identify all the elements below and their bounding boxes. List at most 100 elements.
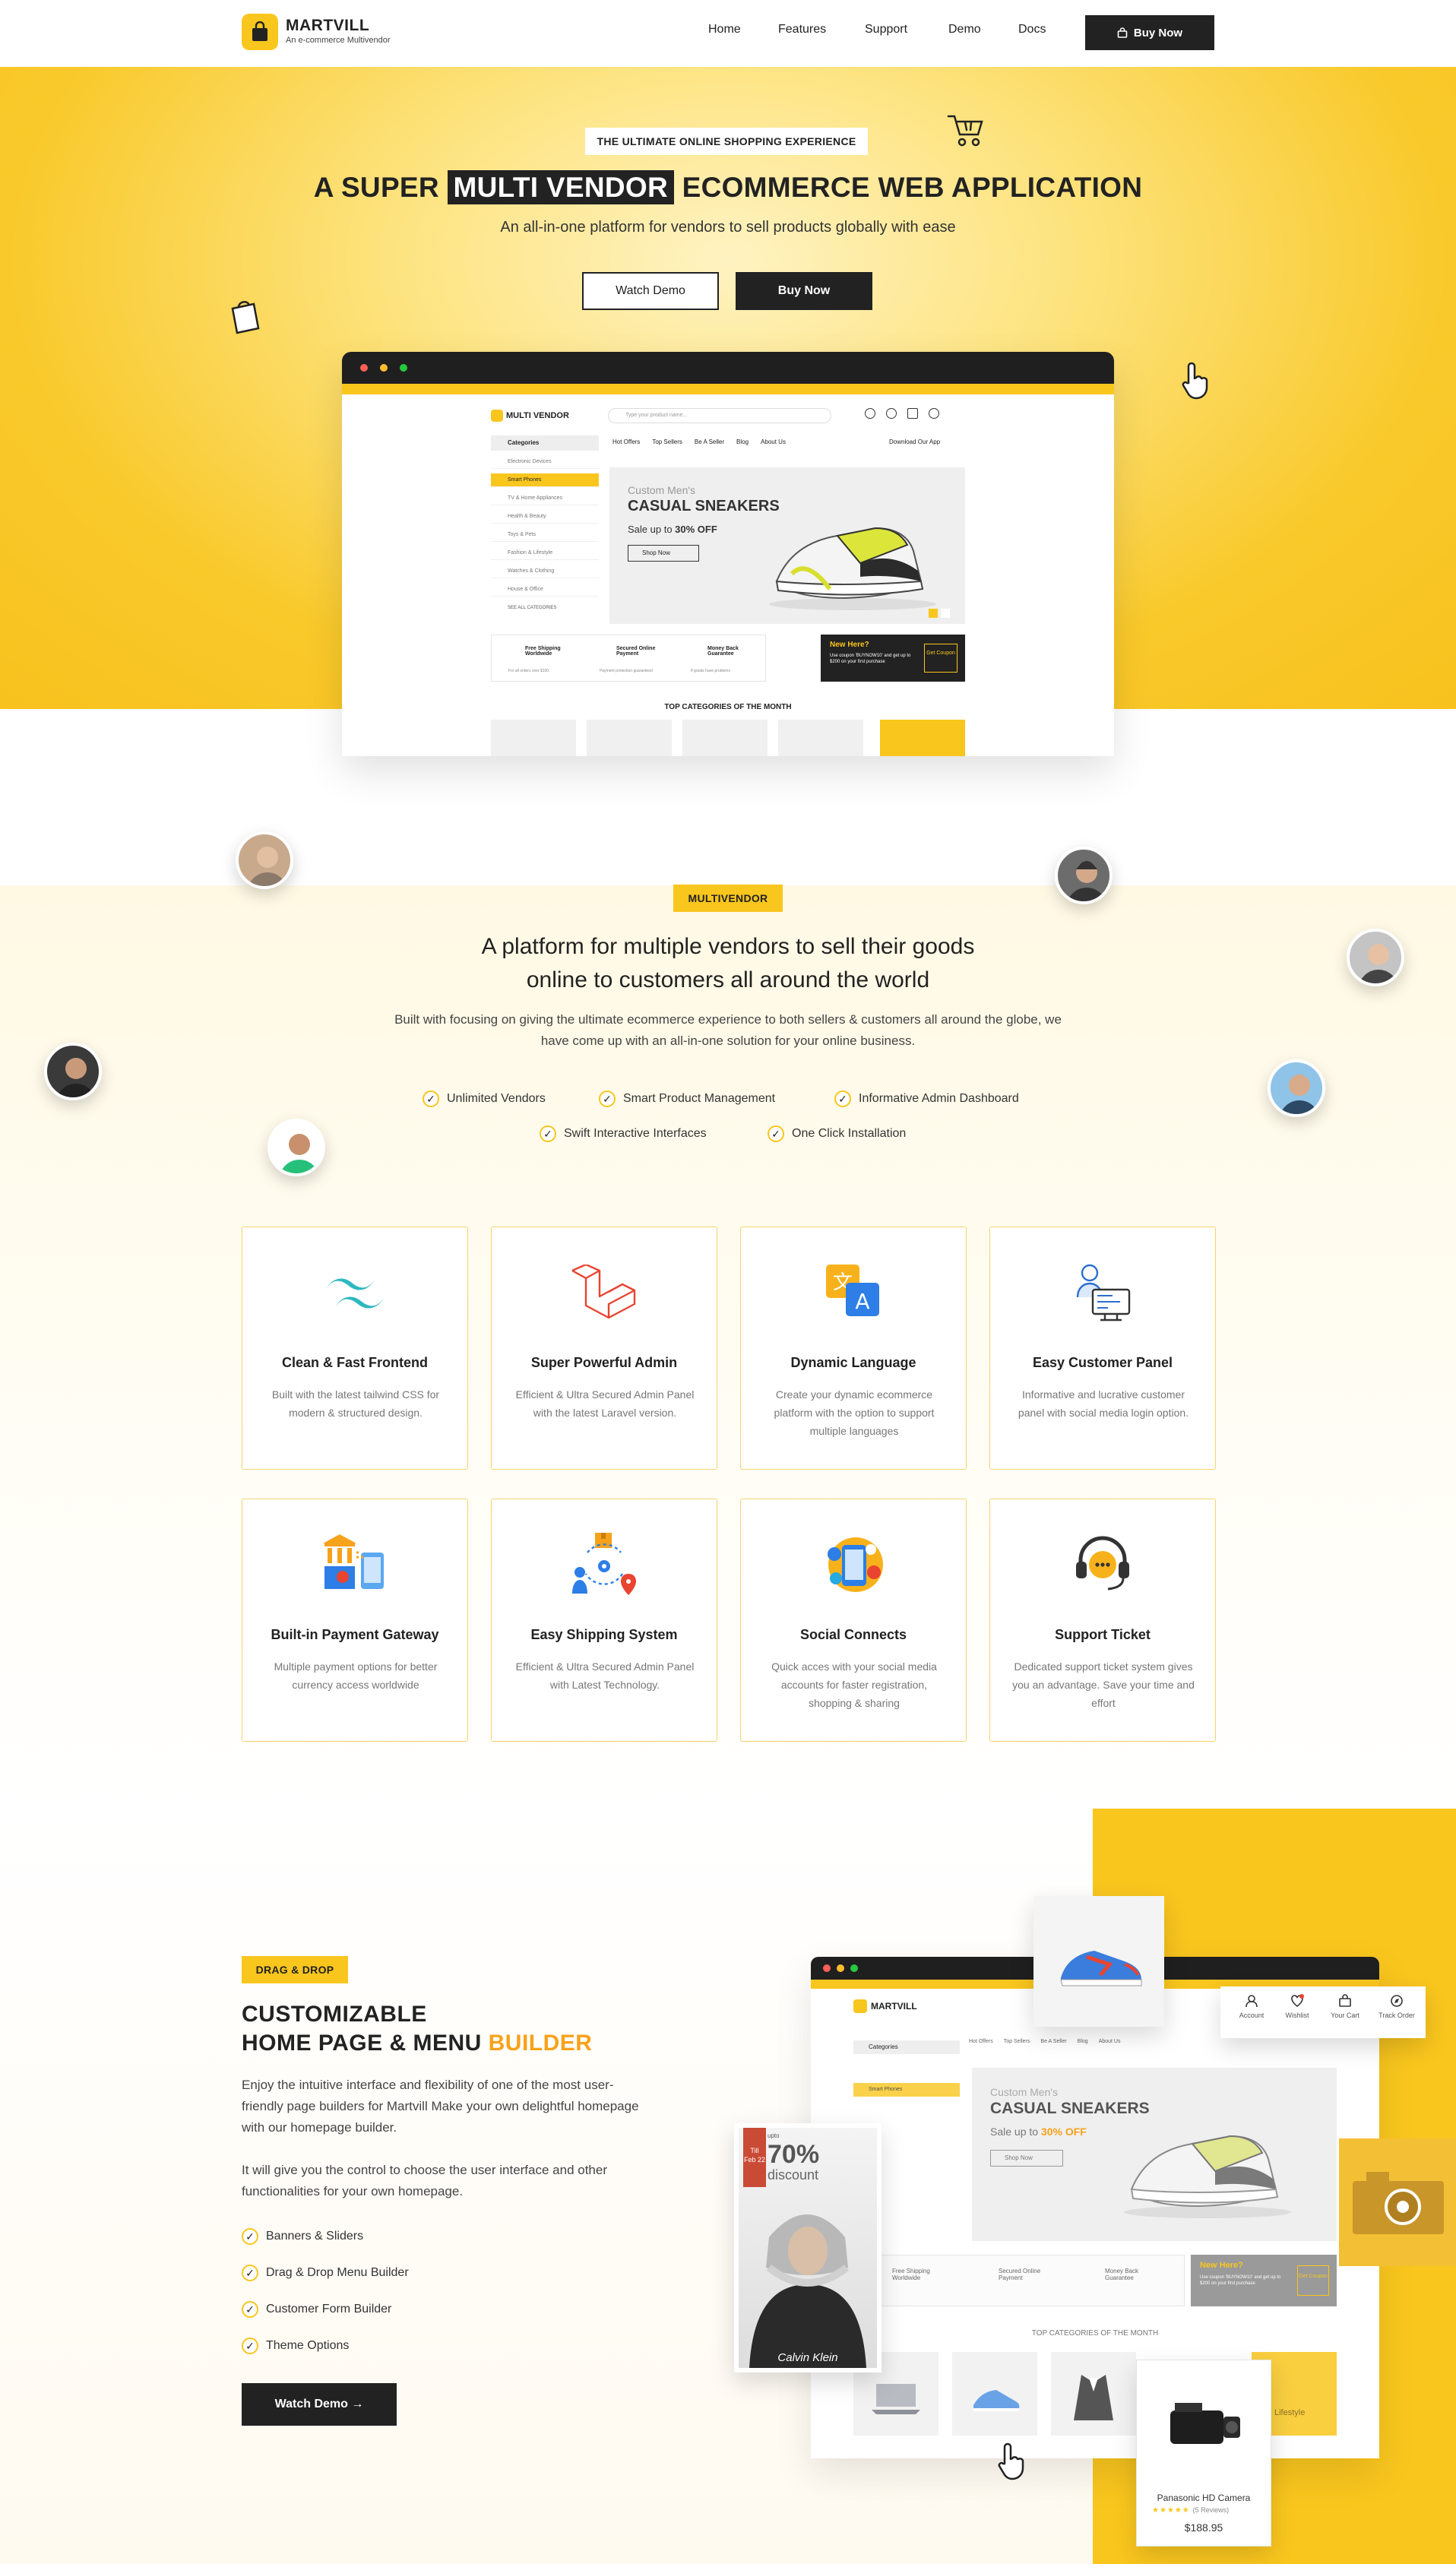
mock-menu-item[interactable]: Hot Offers: [969, 2039, 993, 2044]
card-title: Super Powerful Admin: [530, 1355, 678, 1370]
multivendor-title: A platform for multiple vendors to sell …: [0, 930, 1456, 997]
feature-check: ✓ Smart Product Management: [599, 1090, 775, 1107]
promo-get-coupon-button[interactable]: Get Coupon: [924, 644, 957, 673]
mock-menu-item[interactable]: Hot Offers: [612, 438, 640, 445]
mock-categories-header[interactable]: Categories: [491, 435, 599, 451]
mock-heart-icon[interactable]: [886, 408, 897, 419]
mock-logo: MULTI VENDOR: [491, 410, 569, 422]
mock-menu-item[interactable]: Be A Seller: [695, 438, 724, 445]
mock-menu-item[interactable]: Blog: [736, 438, 749, 445]
category-tile[interactable]: [587, 720, 672, 756]
feature-card: Clean & Fast Frontend Built with the lat…: [242, 1227, 468, 1470]
floating-product-card[interactable]: Panasonic HD Camera ★★★★★ (5 Reviews) $1…: [1136, 2360, 1271, 2547]
banner-next-arrow[interactable]: [941, 609, 950, 618]
feature-card: Super Powerful Admin Efficient & Ultra S…: [491, 1227, 717, 1470]
check-label: Swift Interactive Interfaces: [564, 1127, 707, 1140]
mock-menu-item[interactable]: Blog: [1078, 2039, 1088, 2044]
feature-card: Easy Customer Panel Informative and lucr…: [989, 1227, 1216, 1470]
mock-cart-icon[interactable]: [907, 408, 918, 419]
card-title: Dynamic Language: [790, 1355, 916, 1370]
mock-track-icon[interactable]: [929, 408, 939, 419]
hand-pointer-doodle-icon: [998, 2442, 1024, 2480]
mock-category-item[interactable]: Health & Beauty: [491, 510, 599, 524]
hero-eyebrow: THE ULTIMATE ONLINE SHOPPING EXPERIENCE: [585, 128, 868, 155]
mock-category-item[interactable]: TV & Home Appliances: [491, 492, 599, 505]
brand-logo[interactable]: [242, 14, 278, 50]
window-close-dot: [823, 1964, 831, 1972]
banner-sale-pre: Sale up to: [628, 524, 673, 535]
mock-menu-item[interactable]: Top Sellers: [1004, 2039, 1030, 2044]
hero-buy-now-button[interactable]: Buy Now: [736, 272, 872, 310]
mock-see-all[interactable]: SEE ALL CATEGORIES: [508, 606, 556, 610]
camera-icon: [1353, 2172, 1444, 2234]
category-tile[interactable]: [682, 720, 768, 756]
track-order-item[interactable]: Track Order: [1374, 1994, 1420, 2019]
nav-link-demo[interactable]: Demo: [948, 23, 981, 36]
mock-category-item[interactable]: House & Office: [491, 583, 599, 597]
multivendor-tag: MULTIVENDOR: [673, 885, 783, 912]
category-tile[interactable]: [880, 720, 965, 756]
mock-download-app[interactable]: Download Our App: [889, 438, 940, 445]
mock-search-input[interactable]: Type your product name...: [608, 408, 831, 423]
page-builder-title: CUSTOMIZABLE HOME PAGE & MENU BUILDER: [242, 2000, 592, 2058]
mock-category-item[interactable]: Watches & Clothing: [491, 565, 599, 578]
mock-category-item-active[interactable]: Smart Phones: [853, 2083, 960, 2097]
user-icon: [1246, 1995, 1258, 2008]
card-description: Built with the latest tailwind CSS for m…: [271, 1388, 440, 1419]
promo-get-coupon-button[interactable]: Get Coupon: [1297, 2265, 1329, 2296]
top-nav: MARTVILL An e-commerce Multivendor Home …: [0, 0, 1456, 67]
mock-hero-banner: Custom Men's CASUAL SNEAKERS Sale up to …: [972, 2068, 1337, 2241]
mock-account-icon[interactable]: [865, 408, 875, 419]
page-builder-title-highlight: BUILDER: [488, 2031, 593, 2056]
mock-promo-box: New Here? Use coupon 'BUYNOW10' and get …: [821, 635, 965, 682]
mock-category-item-active[interactable]: Smart Phones: [491, 473, 599, 487]
mock-menu-item[interactable]: About Us: [761, 438, 786, 445]
category-tile-suit[interactable]: [1051, 2352, 1136, 2436]
cart-item[interactable]: Your Cart: [1324, 1994, 1366, 2019]
account-item[interactable]: Account: [1233, 1994, 1271, 2019]
running-shoe-illustration: [1060, 1951, 1142, 1986]
category-tile[interactable]: [491, 720, 576, 756]
product-name[interactable]: Panasonic HD Camera: [1141, 2493, 1266, 2503]
nav-link-support[interactable]: Support: [865, 23, 907, 36]
feature-title: Money Back Guarantee: [707, 646, 739, 657]
promo-text: Use coupon 'BUYNOW10' and get up to $200…: [830, 654, 911, 664]
builder-watch-demo-button[interactable]: Watch Demo →: [242, 2383, 397, 2426]
camcorder-image: [1170, 2403, 1240, 2444]
mock-categories-header[interactable]: Categories: [853, 2040, 960, 2054]
hero-watch-demo-button[interactable]: Watch Demo: [582, 272, 719, 310]
multivendor-title-line1: A platform for multiple vendors to sell …: [481, 934, 975, 959]
mock-menu-item[interactable]: Top Sellers: [652, 438, 682, 445]
mock-menu-item[interactable]: Be A Seller: [1040, 2039, 1066, 2044]
star-icon: ★: [1159, 2506, 1167, 2515]
bag-icon: [1117, 27, 1128, 38]
check-icon: ✓: [242, 2301, 258, 2318]
check-icon: ✓: [242, 2338, 258, 2354]
mock-hero-banner: Custom Men's CASUAL SNEAKERS Sale up to …: [609, 467, 965, 624]
page-builder-title-line1: CUSTOMIZABLE: [242, 2002, 427, 2027]
banner-sale: Sale up to 30% OFF: [628, 524, 717, 535]
check-label: Customer Form Builder: [266, 2303, 392, 2316]
nav-link-home[interactable]: Home: [708, 23, 741, 36]
banner-shop-now-button[interactable]: Shop Now: [628, 545, 699, 562]
star-icon: ★: [1152, 2506, 1160, 2515]
banner-prev-arrow[interactable]: [929, 609, 938, 618]
feature-sub: Payment protection guaranteed: [600, 669, 653, 673]
check-label: Theme Options: [266, 2339, 350, 2352]
mock-menu-item[interactable]: About Us: [1099, 2039, 1121, 2044]
tailwind-icon: [242, 1258, 467, 1326]
nav-link-docs[interactable]: Docs: [1018, 23, 1046, 36]
hero-title-pre: A SUPER: [313, 172, 439, 203]
nav-buy-button[interactable]: Buy Now: [1085, 15, 1214, 50]
nav-link-features[interactable]: Features: [778, 23, 826, 36]
check-icon: ✓: [599, 1090, 616, 1107]
category-tile[interactable]: [778, 720, 863, 756]
banner-shop-now-button[interactable]: Shop Now: [990, 2150, 1063, 2167]
wishlist-item[interactable]: Wishlist: [1278, 1994, 1316, 2019]
mock-category-item[interactable]: Toys & Pets: [491, 528, 599, 542]
mock-category-item[interactable]: Electronic Devices: [491, 455, 599, 469]
mock-header-icons: [865, 408, 939, 419]
mock-category-item[interactable]: Fashion & Lifestyle: [491, 546, 599, 560]
category-tile-shoe[interactable]: [952, 2352, 1037, 2436]
mock-top-categories-heading: TOP CATEGORIES OF THE MONTH: [1031, 2329, 1159, 2338]
